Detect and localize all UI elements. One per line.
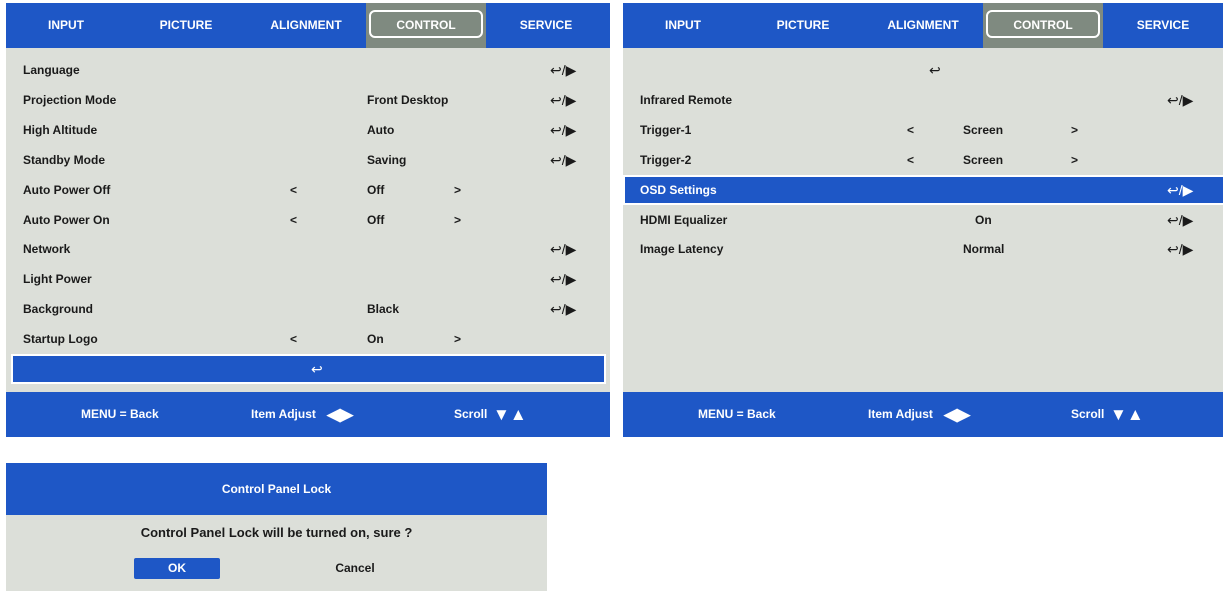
left-arrow-icon[interactable]: < bbox=[290, 324, 297, 354]
left-right-arrows-icon: ◀▶ bbox=[327, 405, 354, 424]
return-icon: ↩ bbox=[929, 62, 941, 78]
row-label: Trigger-2 bbox=[640, 153, 692, 167]
menu-row-osd-settings-selected[interactable]: OSD Settings ↩/▶ bbox=[623, 175, 1223, 205]
row-label: Startup Logo bbox=[23, 332, 98, 346]
menu-row-infrared-remote[interactable]: Infrared Remote ↩/▶ bbox=[623, 85, 1223, 115]
row-label: Auto Power Off bbox=[23, 183, 111, 197]
footer-scroll: Scroll bbox=[454, 407, 488, 421]
row-label: Trigger-1 bbox=[640, 123, 692, 137]
row-label: Auto Power On bbox=[23, 213, 110, 227]
row-label: Light Power bbox=[23, 272, 92, 286]
enter-submenu-icon: ↩/▶ bbox=[550, 271, 577, 287]
enter-submenu-icon: ↩/▶ bbox=[550, 92, 577, 108]
menu-row-auto-power-off[interactable]: Auto Power Off < Off > bbox=[6, 175, 610, 205]
right-arrow-icon[interactable]: > bbox=[454, 324, 461, 354]
menu-footer: MENU = Back Item Adjust ◀▶ Scroll ▼▲ bbox=[6, 392, 610, 437]
menu-row-language[interactable]: Language ↩/▶ bbox=[6, 55, 610, 85]
row-value: Off bbox=[367, 183, 385, 197]
row-label: Background bbox=[23, 302, 94, 316]
right-arrow-icon[interactable]: > bbox=[454, 205, 461, 235]
up-down-arrows-icon: ▼▲ bbox=[1110, 405, 1144, 424]
cancel-button[interactable]: Cancel bbox=[312, 558, 398, 579]
footer-item-adjust: Item Adjust bbox=[251, 407, 316, 421]
right-arrow-icon[interactable]: > bbox=[1071, 115, 1078, 145]
control-panel-lock-dialog: Control Panel Lock Control Panel Lock wi… bbox=[6, 463, 547, 591]
row-label: High Altitude bbox=[23, 123, 98, 137]
left-arrow-icon[interactable]: < bbox=[907, 145, 914, 175]
menu-row-back-selected[interactable]: ↩ bbox=[11, 354, 606, 384]
row-value: Front Desktop bbox=[367, 93, 449, 107]
tab-service[interactable]: SERVICE bbox=[486, 3, 606, 48]
left-arrow-icon[interactable]: < bbox=[290, 205, 297, 235]
control-menu-panel-1: INPUT PICTURE ALIGNMENT CONTROL SERVICE … bbox=[6, 3, 610, 437]
ok-button[interactable]: OK bbox=[134, 558, 220, 579]
row-label: Network bbox=[23, 242, 71, 256]
row-value: Black bbox=[367, 302, 400, 316]
tab-alignment[interactable]: ALIGNMENT bbox=[246, 3, 366, 48]
footer-menu-back: MENU = Back bbox=[698, 407, 776, 421]
tab-input[interactable]: INPUT bbox=[6, 3, 126, 48]
tab-picture[interactable]: PICTURE bbox=[126, 3, 246, 48]
row-value: Off bbox=[367, 213, 385, 227]
menu-row-hdmi-equalizer[interactable]: HDMI Equalizer On ↩/▶ bbox=[623, 205, 1223, 235]
menu-row-background[interactable]: Background Black ↩/▶ bbox=[6, 294, 610, 324]
tab-service[interactable]: SERVICE bbox=[1103, 3, 1223, 48]
up-down-arrows-icon: ▼▲ bbox=[493, 405, 527, 424]
tab-bar: INPUT PICTURE ALIGNMENT CONTROL SERVICE bbox=[6, 3, 610, 48]
row-label: HDMI Equalizer bbox=[640, 213, 728, 227]
menu-row-auto-power-on[interactable]: Auto Power On < Off > bbox=[6, 205, 610, 235]
row-label: Language bbox=[23, 63, 80, 77]
dialog-title: Control Panel Lock bbox=[6, 463, 547, 515]
menu-row-light-power[interactable]: Light Power ↩/▶ bbox=[6, 264, 610, 294]
right-arrow-icon[interactable]: > bbox=[1071, 145, 1078, 175]
tab-picture[interactable]: PICTURE bbox=[743, 3, 863, 48]
footer-menu-back: MENU = Back bbox=[81, 407, 159, 421]
menu-row-trigger-1[interactable]: Trigger-1 < Screen > bbox=[623, 115, 1223, 145]
menu-row-return[interactable]: ↩ bbox=[623, 55, 1223, 85]
enter-submenu-icon: ↩/▶ bbox=[550, 62, 577, 78]
enter-submenu-icon: ↩/▶ bbox=[550, 152, 577, 168]
menu-row-network[interactable]: Network ↩/▶ bbox=[6, 234, 610, 264]
enter-submenu-icon: ↩/▶ bbox=[550, 241, 577, 257]
return-icon: ↩ bbox=[311, 361, 323, 377]
dialog-message: Control Panel Lock will be turned on, su… bbox=[140, 525, 413, 540]
enter-submenu-icon: ↩/▶ bbox=[1167, 182, 1194, 198]
menu-row-trigger-2[interactable]: Trigger-2 < Screen > bbox=[623, 145, 1223, 175]
menu-row-standby-mode[interactable]: Standby Mode Saving ↩/▶ bbox=[6, 145, 610, 175]
menu-row-startup-logo[interactable]: Startup Logo < On > bbox=[6, 324, 610, 354]
left-arrow-icon[interactable]: < bbox=[907, 115, 914, 145]
row-label: Infrared Remote bbox=[640, 93, 733, 107]
menu-footer: MENU = Back Item Adjust ◀▶ Scroll ▼▲ bbox=[623, 392, 1223, 437]
left-right-arrows-icon: ◀▶ bbox=[944, 405, 971, 424]
row-value: On bbox=[367, 332, 384, 346]
row-value: Screen bbox=[963, 153, 1004, 167]
row-label: Projection Mode bbox=[23, 93, 117, 107]
row-label: OSD Settings bbox=[640, 183, 717, 197]
menu-row-image-latency[interactable]: Image Latency Normal ↩/▶ bbox=[623, 234, 1223, 264]
row-label: Image Latency bbox=[640, 242, 724, 256]
tab-input[interactable]: INPUT bbox=[623, 3, 743, 48]
enter-submenu-icon: ↩/▶ bbox=[1167, 212, 1194, 228]
enter-submenu-icon: ↩/▶ bbox=[550, 301, 577, 317]
row-value: On bbox=[975, 213, 992, 227]
enter-submenu-icon: ↩/▶ bbox=[550, 122, 577, 138]
right-arrow-icon[interactable]: > bbox=[454, 175, 461, 205]
left-arrow-icon[interactable]: < bbox=[290, 175, 297, 205]
menu-row-projection-mode[interactable]: Projection Mode Front Desktop ↩/▶ bbox=[6, 85, 610, 115]
tab-bar: INPUT PICTURE ALIGNMENT CONTROL SERVICE bbox=[623, 3, 1223, 48]
row-value: Normal bbox=[963, 242, 1005, 256]
row-value: Auto bbox=[367, 123, 395, 137]
footer-scroll: Scroll bbox=[1071, 407, 1105, 421]
tab-control[interactable]: CONTROL bbox=[983, 3, 1103, 48]
tab-alignment[interactable]: ALIGNMENT bbox=[863, 3, 983, 48]
footer-item-adjust: Item Adjust bbox=[868, 407, 933, 421]
tab-control[interactable]: CONTROL bbox=[366, 3, 486, 48]
enter-submenu-icon: ↩/▶ bbox=[1167, 241, 1194, 257]
enter-submenu-icon: ↩/▶ bbox=[1167, 92, 1194, 108]
control-menu-panel-2: INPUT PICTURE ALIGNMENT CONTROL SERVICE … bbox=[623, 3, 1223, 437]
row-label: Standby Mode bbox=[23, 153, 106, 167]
row-value: Saving bbox=[367, 153, 407, 167]
row-value: Screen bbox=[963, 123, 1004, 137]
menu-row-high-altitude[interactable]: High Altitude Auto ↩/▶ bbox=[6, 115, 610, 145]
